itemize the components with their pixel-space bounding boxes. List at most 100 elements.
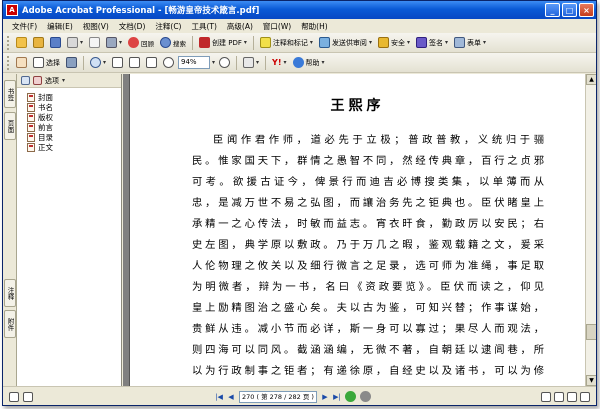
zoom-dropdown[interactable]: ▾ — [212, 59, 215, 66]
zoom-out-button[interactable] — [161, 55, 176, 70]
print-button[interactable]: ▾ — [65, 35, 85, 50]
minimize-button[interactable]: _ — [545, 3, 560, 17]
bookmark-item[interactable]: 目录 — [27, 132, 121, 142]
search-button[interactable]: 搜索 — [158, 35, 188, 50]
scroll-up-button[interactable]: ▲ — [586, 74, 596, 85]
page-layout-icon[interactable] — [9, 391, 19, 402]
actual-size-icon — [112, 57, 124, 68]
attach-button[interactable]: ▾ — [104, 35, 124, 50]
tab-attachments[interactable]: 附件 — [4, 310, 16, 338]
window-title: Adobe Acrobat Professional - [畅游皇帝技术箴言.p… — [22, 6, 260, 16]
text-line: 臣闻作君作师，道必先于立极；普政普教，义统归于骊 — [213, 134, 544, 146]
bookmark-item[interactable]: 版权 — [27, 112, 121, 122]
bookmark-add-icon[interactable] — [21, 76, 30, 85]
sign-icon — [415, 37, 427, 48]
hand-tool-button[interactable] — [14, 55, 29, 70]
open-button[interactable] — [14, 35, 29, 50]
menu-comments[interactable]: 注释(C) — [150, 21, 186, 32]
bookmark-icon — [27, 122, 35, 132]
go-back-icon[interactable] — [344, 391, 356, 402]
zoom-icon — [90, 57, 101, 68]
review-comment-button[interactable]: 注释和标记 ▾ — [258, 35, 315, 50]
menu-help[interactable]: 帮助(H) — [296, 21, 333, 32]
actual-size-button[interactable] — [110, 55, 125, 70]
folder-button[interactable] — [31, 35, 46, 50]
layout-continuous-facing-icon[interactable] — [580, 391, 590, 402]
folder-icon — [33, 37, 44, 48]
tab-comments[interactable]: 注释 — [4, 279, 16, 307]
delete-icon[interactable] — [33, 76, 42, 85]
scroll-thumb[interactable] — [586, 324, 596, 340]
menu-edit[interactable]: 编辑(E) — [42, 21, 78, 32]
options-menu[interactable]: 选项 — [45, 76, 59, 86]
scroll-down-button[interactable]: ▼ — [586, 375, 596, 386]
attach-icon — [106, 37, 118, 48]
page-number-field[interactable]: 270 ( 第 278 / 282 页 ) — [239, 390, 317, 403]
fit-width-icon — [146, 57, 158, 68]
sign-button[interactable]: 签名 ▾ — [414, 35, 450, 50]
select-icon — [33, 57, 44, 68]
title-bar[interactable]: A Adobe Acrobat Professional - [畅游皇帝技术箴言… — [3, 1, 596, 19]
zoom-input[interactable]: 94% — [178, 56, 211, 69]
select-tool-button[interactable]: 选择 — [31, 55, 62, 70]
fit-page-button[interactable] — [127, 55, 142, 70]
snapshot-button[interactable] — [64, 55, 79, 70]
create-pdf-button[interactable]: 创建 PDF ▾ — [197, 35, 249, 50]
page-body: 臣闻作君作师，道必先于立极；普政普教，义统归于骊 民。惟家国天下，群情之愚智不同… — [192, 130, 544, 382]
text-line: 忠，是减万世不易之弘图，而讓治务先之钜典也。臣伏睹皇上 — [192, 197, 544, 209]
bookmarks-header: 选项 ▾ — [17, 74, 121, 88]
bookmark-item[interactable]: 封面 — [27, 92, 121, 102]
organizer-button[interactable]: 回顾 — [126, 35, 156, 50]
maximize-button[interactable]: □ — [562, 3, 577, 17]
zoom-tool-button[interactable]: ▾ — [88, 55, 108, 70]
bookmark-item[interactable]: 正文 — [27, 142, 121, 152]
bookmarks-panel: 选项 ▾ 封面 书名 版权 前言 目录 正文 — [17, 74, 122, 386]
menu-window[interactable]: 窗口(W) — [258, 21, 296, 32]
layout-continuous-icon[interactable] — [554, 391, 564, 402]
menu-tools[interactable]: 工具(T) — [186, 21, 221, 32]
single-page-icon[interactable] — [23, 391, 33, 402]
previous-page-button[interactable]: ◀ — [225, 391, 237, 403]
menu-file[interactable]: 文件(F) — [7, 21, 42, 32]
text-line: 史左图，典学原以敷政。乃于万几之暇，鉴观载籍之文，爰采 — [192, 239, 544, 251]
bookmark-item[interactable]: 前言 — [27, 122, 121, 132]
first-page-button[interactable]: |◀ — [213, 391, 225, 403]
layout-facing-icon[interactable] — [567, 391, 577, 402]
menu-view[interactable]: 视图(V) — [78, 21, 114, 32]
zoom-out-icon — [163, 57, 175, 68]
menu-document[interactable]: 文档(D) — [114, 21, 151, 32]
save-button[interactable] — [48, 35, 63, 50]
fit-width-button[interactable] — [144, 55, 159, 70]
toolbar-grip[interactable] — [7, 35, 10, 50]
rotate-button[interactable]: ▾ — [241, 55, 261, 70]
send-review-button[interactable]: 发送供审阅 ▾ — [317, 35, 374, 50]
zoom-in-button[interactable] — [217, 55, 232, 70]
fit-page-icon — [129, 57, 141, 68]
email-icon — [89, 37, 101, 48]
menu-advanced[interactable]: 高级(A) — [222, 21, 258, 32]
help-icon — [292, 57, 304, 68]
close-button[interactable]: × — [579, 3, 594, 17]
tab-pages[interactable]: 页面 — [4, 112, 16, 140]
last-page-button[interactable]: ▶| — [331, 391, 343, 403]
yahoo-button[interactable]: Y! ▾ — [270, 55, 288, 70]
bookmark-item[interactable]: 书名 — [27, 102, 121, 112]
vertical-scrollbar[interactable]: ▲ ▼ — [585, 74, 596, 386]
go-forward-icon[interactable] — [359, 391, 371, 402]
create-pdf-icon — [199, 37, 211, 48]
next-page-button[interactable]: ▶ — [319, 391, 331, 403]
help-button[interactable]: 帮助 ▾ — [291, 55, 327, 70]
forms-button[interactable]: 表单 ▾ — [452, 35, 488, 50]
email-button[interactable] — [87, 35, 102, 50]
toolbar-grip[interactable] — [7, 55, 10, 70]
layout-single-icon[interactable] — [541, 391, 551, 402]
pdf-page: 王熙序 臣闻作君作师，道必先于立极；普政普教，义统归于骊 民。惟家国天下，群情之… — [129, 74, 585, 386]
text-line: 贵鲜从违。减小节而必详，斯一身可以寡过；果尽人而观法， — [192, 323, 544, 335]
navigation-toolbar: 选择 ▾ 94% ▾ ▾ Y! ▾ 帮助 ▾ — [3, 53, 596, 73]
text-line: 以为行政制事之钜者；有递徐原，自经史以及诸书，可以为修 — [192, 365, 544, 377]
snapshot-icon — [66, 57, 77, 68]
save-icon — [50, 37, 61, 48]
secure-button[interactable]: 安全 ▾ — [376, 35, 412, 50]
tab-bookmarks[interactable]: 书签 — [4, 80, 16, 108]
send-review-icon — [318, 37, 330, 48]
